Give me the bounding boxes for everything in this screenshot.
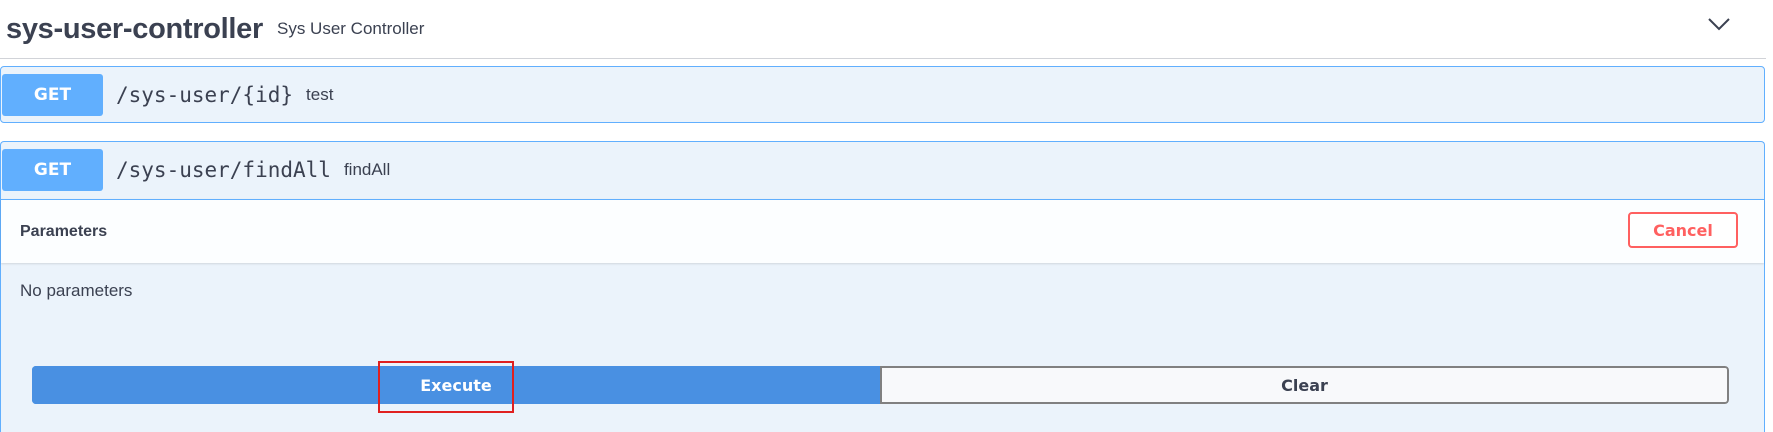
execute-button[interactable]: Execute — [32, 366, 880, 404]
method-badge: GET — [2, 73, 103, 116]
opblock-get-sys-user-findall: GET /sys-user/findAll findAll Parameters… — [0, 141, 1765, 432]
endpoint-path: /sys-user/findAll — [116, 157, 331, 182]
tag-title: sys-user-controller — [6, 12, 263, 45]
parameters-title: Parameters — [20, 222, 108, 240]
endpoint-summary: findAll — [343, 159, 391, 179]
opblock-summary[interactable]: GET /sys-user/{id} test — [1, 67, 1764, 122]
parameters-header: Parameters Cancel — [1, 199, 1764, 263]
method-badge: GET — [2, 148, 103, 191]
tag-description: Sys User Controller — [277, 19, 425, 38]
clear-button[interactable]: Clear — [880, 366, 1729, 404]
tag-header[interactable]: sys-user-controller Sys User Controller — [0, 0, 1766, 59]
no-parameters-text: No parameters — [20, 281, 133, 300]
opblock-summary[interactable]: GET /sys-user/findAll findAll — [1, 142, 1764, 197]
cancel-button[interactable]: Cancel — [1628, 212, 1738, 248]
endpoint-path: /sys-user/{id} — [116, 82, 294, 107]
opblock-get-sys-user-id: GET /sys-user/{id} test — [0, 66, 1765, 123]
chevron-down-icon[interactable] — [1706, 14, 1732, 34]
execute-wrapper: Execute Clear — [32, 366, 1729, 404]
endpoint-summary: test — [306, 84, 334, 104]
